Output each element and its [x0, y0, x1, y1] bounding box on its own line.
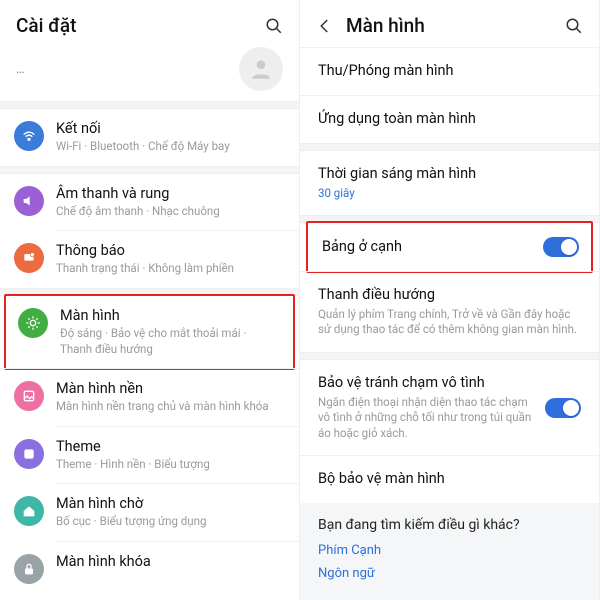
row-title: Bảng ở cạnh — [322, 238, 531, 257]
row-screen-protector[interactable]: Bộ bảo vệ màn hình — [300, 456, 599, 503]
item-title: Thông báo — [56, 242, 283, 260]
settings-item-display[interactable]: Màn hình Độ sáng · Bảo vệ cho mắt thoải … — [6, 296, 293, 368]
highlight-edge-panel: Bảng ở cạnh — [306, 221, 593, 273]
row-title: Ứng dụng toàn màn hình — [318, 110, 581, 129]
row-screen-timeout[interactable]: Thời gian sáng màn hình 30 giây — [300, 151, 599, 215]
settings-item-homescreen[interactable]: Màn hình chờ Bố cục · Biểu tượng ứng dụn… — [0, 484, 299, 541]
display-title: Màn hình — [346, 14, 565, 37]
related-settings-footer: Bạn đang tìm kiếm điều gì khác? Phím Cạn… — [300, 503, 599, 600]
item-title: Màn hình khóa — [56, 553, 283, 571]
section-separator — [300, 143, 599, 151]
row-sub: Quản lý phím Trang chính, Trở về và Gần … — [318, 307, 581, 338]
row-title: Thanh điều hướng — [318, 286, 581, 305]
settings-item-connections[interactable]: Kết nối Wi-Fi · Bluetooth · Chế độ Máy b… — [0, 109, 299, 166]
wallpaper-icon — [14, 381, 44, 411]
back-icon[interactable] — [316, 17, 334, 35]
row-title: Thời gian sáng màn hình — [318, 165, 581, 184]
settings-item-theme[interactable]: Theme Theme · Hình nền · Biểu tượng — [0, 427, 299, 484]
notification-icon — [14, 243, 44, 273]
sound-icon — [14, 186, 44, 216]
section-separator — [0, 101, 299, 109]
settings-item-wallpaper[interactable]: Màn hình nền Màn hình nền trang chủ và m… — [0, 369, 299, 426]
item-sub: Bố cục · Biểu tượng ứng dụng — [56, 514, 283, 530]
row-edge-panel[interactable]: Bảng ở cạnh — [308, 223, 591, 271]
settings-list-pane: Cài đặt … Kết nối Wi-Fi · Bluetooth · Ch… — [0, 0, 300, 600]
lock-icon — [14, 554, 44, 584]
display-settings-pane: Màn hình Thu/Phóng màn hình Ứng dụng toà… — [300, 0, 600, 600]
footer-link-language[interactable]: Ngôn ngữ — [318, 566, 581, 581]
item-title: Theme — [56, 438, 283, 456]
edge-panel-toggle[interactable] — [543, 237, 579, 257]
section-separator — [300, 352, 599, 360]
partial-text: … — [16, 62, 239, 77]
search-icon[interactable] — [265, 17, 283, 35]
search-icon[interactable] — [565, 17, 583, 35]
highlight-display: Màn hình Độ sáng · Bảo vệ cho mắt thoải … — [4, 294, 295, 370]
home-icon — [14, 496, 44, 526]
settings-item-sound[interactable]: Âm thanh và rung Chế độ âm thanh · Nhạc … — [0, 174, 299, 231]
row-accidental-touch[interactable]: Bảo vệ tránh chạm vô tình Ngăn điện thoạ… — [300, 360, 599, 455]
item-sub: Wi-Fi · Bluetooth · Chế độ Máy bay — [56, 139, 283, 155]
item-title: Âm thanh và rung — [56, 185, 283, 203]
item-title: Kết nối — [56, 120, 283, 138]
row-sub: Ngăn điện thoại nhận diện thao tác chạm … — [318, 395, 533, 442]
item-sub: Thanh trạng thái · Không làm phiền — [56, 261, 283, 277]
accidental-touch-toggle[interactable] — [545, 398, 581, 418]
section-separator — [0, 166, 299, 174]
footer-link-side-key[interactable]: Phím Cạnh — [318, 543, 581, 558]
wifi-icon — [14, 121, 44, 151]
settings-header: Cài đặt — [0, 0, 299, 47]
row-navigation-bar[interactable]: Thanh điều hướng Quản lý phím Trang chín… — [300, 272, 599, 352]
theme-icon — [14, 439, 44, 469]
item-sub: Chế độ âm thanh · Nhạc chuông — [56, 204, 283, 220]
row-sub: 30 giây — [318, 186, 581, 202]
row-screen-zoom[interactable]: Thu/Phóng màn hình — [300, 48, 599, 95]
item-sub: Độ sáng · Bảo vệ cho mắt thoải mái · Tha… — [60, 326, 281, 357]
display-icon — [18, 308, 48, 338]
row-title: Thu/Phóng màn hình — [318, 62, 581, 81]
row-title: Bảo vệ tránh chạm vô tình — [318, 374, 533, 393]
display-header: Màn hình — [300, 0, 599, 47]
settings-title: Cài đặt — [16, 14, 265, 37]
partial-account-row[interactable]: … — [0, 47, 299, 101]
settings-item-notifications[interactable]: Thông báo Thanh trạng thái · Không làm p… — [0, 231, 299, 288]
item-title: Màn hình — [60, 307, 281, 325]
avatar-icon — [239, 47, 283, 91]
settings-item-lockscreen[interactable]: Màn hình khóa — [0, 542, 299, 595]
row-title: Bộ bảo vệ màn hình — [318, 470, 581, 489]
item-sub: Theme · Hình nền · Biểu tượng — [56, 457, 283, 473]
item-title: Màn hình chờ — [56, 495, 283, 513]
item-sub: Màn hình nền trang chủ và màn hình khóa — [56, 399, 283, 415]
footer-question: Bạn đang tìm kiếm điều gì khác? — [318, 517, 581, 533]
row-fullscreen-apps[interactable]: Ứng dụng toàn màn hình — [300, 96, 599, 143]
item-title: Màn hình nền — [56, 380, 283, 398]
